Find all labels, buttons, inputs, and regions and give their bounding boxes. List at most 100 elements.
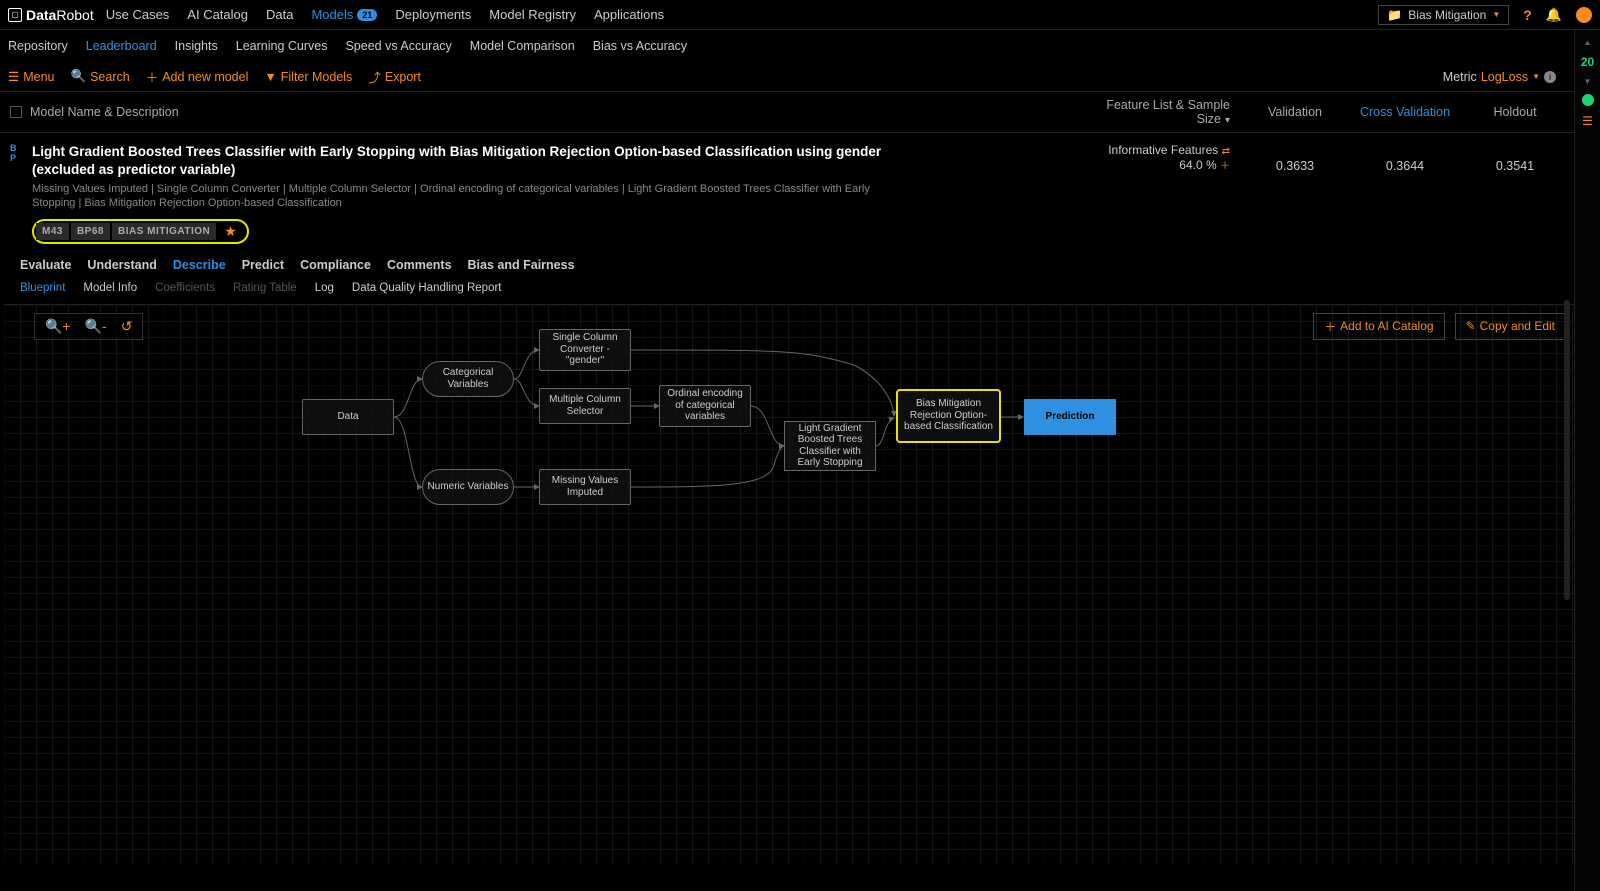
holdout-value: 0.3541: [1460, 143, 1570, 173]
cross-validation-value: 0.3644: [1350, 143, 1460, 173]
add-model-button[interactable]: ＋Add new model: [146, 67, 249, 86]
reset-icon[interactable]: ↺: [121, 318, 133, 335]
col-validation[interactable]: Validation: [1240, 105, 1350, 119]
filter-models-button[interactable]: ▼Filter Models: [264, 70, 352, 84]
subnav-repository[interactable]: Repository: [8, 39, 68, 53]
tab-bias-fairness[interactable]: Bias and Fairness: [468, 258, 575, 272]
leaderboard-header: Model Name & Description Feature List & …: [0, 92, 1600, 133]
project-name: Bias Mitigation: [1408, 8, 1486, 22]
tag-bp[interactable]: BP68: [71, 223, 110, 240]
models-badge: 21: [357, 9, 377, 21]
plus-icon: ＋: [1324, 318, 1336, 335]
node-ordinal-encoding[interactable]: Ordinal encoding of categorical variable…: [659, 385, 751, 427]
help-icon[interactable]: ?: [1523, 7, 1532, 23]
subnav-insights[interactable]: Insights: [175, 39, 218, 53]
shuffle-icon: ⇄: [1222, 146, 1230, 157]
subtab-rating-table: Rating Table: [233, 282, 297, 294]
folder-icon: 📁: [1387, 8, 1402, 22]
chevron-down-icon: ▼: [1532, 72, 1540, 81]
nav-use-cases[interactable]: Use Cases: [106, 7, 170, 22]
nav-data[interactable]: Data: [266, 7, 293, 22]
nav-applications[interactable]: Applications: [594, 7, 664, 22]
feature-list-cell[interactable]: Informative Features ⇄ 64.0 % ＋: [1070, 143, 1240, 172]
tag-bias[interactable]: BIAS MITIGATION: [112, 223, 216, 240]
queue-icon[interactable]: ☰: [1582, 114, 1593, 128]
worker-count: 20: [1581, 55, 1594, 69]
sub-nav: Repository Leaderboard Insights Learning…: [0, 30, 1600, 62]
top-nav: ▢ DataRobot Use Cases AI Catalog Data Mo…: [0, 0, 1600, 30]
subnav-speed-accuracy[interactable]: Speed vs Accuracy: [345, 39, 451, 53]
export-button[interactable]: ⤴Export: [368, 67, 421, 86]
node-categorical-variables[interactable]: Categorical Variables: [422, 361, 514, 397]
menu-icon: ☰: [8, 69, 19, 84]
tab-evaluate[interactable]: Evaluate: [20, 258, 71, 272]
logo[interactable]: ▢ DataRobot: [8, 7, 94, 23]
nav-model-registry[interactable]: Model Registry: [489, 7, 576, 22]
subnav-model-comparison[interactable]: Model Comparison: [470, 39, 575, 53]
rail-up-icon[interactable]: ▲: [1584, 38, 1592, 47]
scrollbar-thumb[interactable]: [1564, 300, 1570, 600]
model-row[interactable]: BP Light Gradient Boosted Trees Classifi…: [0, 133, 1600, 244]
zoom-out-icon[interactable]: 🔍-: [85, 318, 107, 335]
toolbar: ☰Menu 🔍Search ＋Add new model ▼Filter Mod…: [0, 62, 1600, 92]
model-tags: M43 BP68 BIAS MITIGATION ★: [32, 219, 249, 244]
col-cross-validation[interactable]: Cross Validation: [1350, 105, 1460, 119]
subnav-learning-curves[interactable]: Learning Curves: [236, 39, 328, 53]
bell-icon[interactable]: 🔔: [1546, 7, 1562, 23]
project-selector[interactable]: 📁 Bias Mitigation ▼: [1378, 5, 1509, 25]
node-prediction[interactable]: Prediction: [1024, 399, 1116, 435]
tab-predict[interactable]: Predict: [242, 258, 284, 272]
col-holdout[interactable]: Holdout: [1460, 105, 1570, 119]
plus-icon: ＋: [146, 67, 159, 86]
nav-models[interactable]: Models21: [311, 7, 377, 22]
node-lgbt-classifier[interactable]: Light Gradient Boosted Trees Classifier …: [784, 421, 876, 471]
star-icon[interactable]: ★: [224, 223, 237, 240]
node-bias-mitigation[interactable]: Bias Mitigation Rejection Option-based C…: [896, 389, 1001, 443]
add-to-catalog-button[interactable]: ＋Add to AI Catalog: [1313, 313, 1444, 340]
copy-edit-button[interactable]: ✎Copy and Edit: [1455, 313, 1566, 340]
plus-icon[interactable]: ＋: [1220, 161, 1230, 172]
validation-value: 0.3633: [1240, 143, 1350, 173]
blueprint-canvas[interactable]: 🔍+ 🔍- ↺ ＋Add to AI Catalog ✎Copy and Edi…: [4, 304, 1596, 864]
export-icon: ⤴: [368, 67, 381, 86]
tab-describe[interactable]: Describe: [173, 258, 226, 272]
subtab-blueprint[interactable]: Blueprint: [20, 282, 65, 294]
nav-ai-catalog[interactable]: AI Catalog: [187, 7, 248, 22]
menu-button[interactable]: ☰Menu: [8, 69, 55, 84]
nav-deployments[interactable]: Deployments: [395, 7, 471, 22]
col-feature-list[interactable]: Feature List & Sample Size▾: [1070, 98, 1240, 126]
logo-text: DataRobot: [26, 7, 94, 23]
subnav-bias-accuracy[interactable]: Bias vs Accuracy: [593, 39, 687, 53]
node-multiple-column-selector[interactable]: Multiple Column Selector: [539, 388, 631, 424]
tab-compliance[interactable]: Compliance: [300, 258, 371, 272]
select-all-checkbox[interactable]: [10, 106, 22, 118]
pencil-icon: ✎: [1466, 319, 1476, 333]
logo-icon: ▢: [8, 8, 22, 22]
node-single-column-converter[interactable]: Single Column Converter - "gender": [539, 329, 631, 371]
tag-m[interactable]: M43: [36, 223, 69, 240]
describe-subtabs: Blueprint Model Info Coefficients Rating…: [0, 278, 1600, 304]
search-button[interactable]: 🔍Search: [71, 69, 130, 84]
user-avatar[interactable]: [1576, 7, 1592, 23]
info-icon[interactable]: i: [1544, 71, 1556, 83]
subtab-model-info[interactable]: Model Info: [83, 282, 137, 294]
tab-understand[interactable]: Understand: [87, 258, 156, 272]
metric-label: Metric: [1443, 70, 1477, 84]
node-missing-values-imputed[interactable]: Missing Values Imputed: [539, 469, 631, 505]
subtab-log[interactable]: Log: [315, 282, 334, 294]
col-name[interactable]: Model Name & Description: [30, 105, 179, 119]
right-rail: ▲ 20 ▼ ☰: [1574, 30, 1600, 891]
node-data[interactable]: Data: [302, 399, 394, 435]
zoom-in-icon[interactable]: 🔍+: [45, 318, 71, 335]
blueprint-toolbar: 🔍+ 🔍- ↺: [34, 313, 143, 340]
subnav-leaderboard[interactable]: Leaderboard: [86, 39, 157, 53]
subtab-coefficients: Coefficients: [155, 282, 215, 294]
node-numeric-variables[interactable]: Numeric Variables: [422, 469, 514, 505]
status-ok-icon[interactable]: [1582, 94, 1594, 106]
tab-comments[interactable]: Comments: [387, 258, 452, 272]
model-tabs: Evaluate Understand Describe Predict Com…: [0, 244, 1600, 278]
rail-down-icon[interactable]: ▼: [1584, 77, 1592, 86]
subtab-dq-report[interactable]: Data Quality Handling Report: [352, 282, 502, 294]
metric-selector[interactable]: Metric LogLoss ▼ i: [1443, 70, 1556, 84]
search-icon: 🔍: [71, 69, 87, 84]
